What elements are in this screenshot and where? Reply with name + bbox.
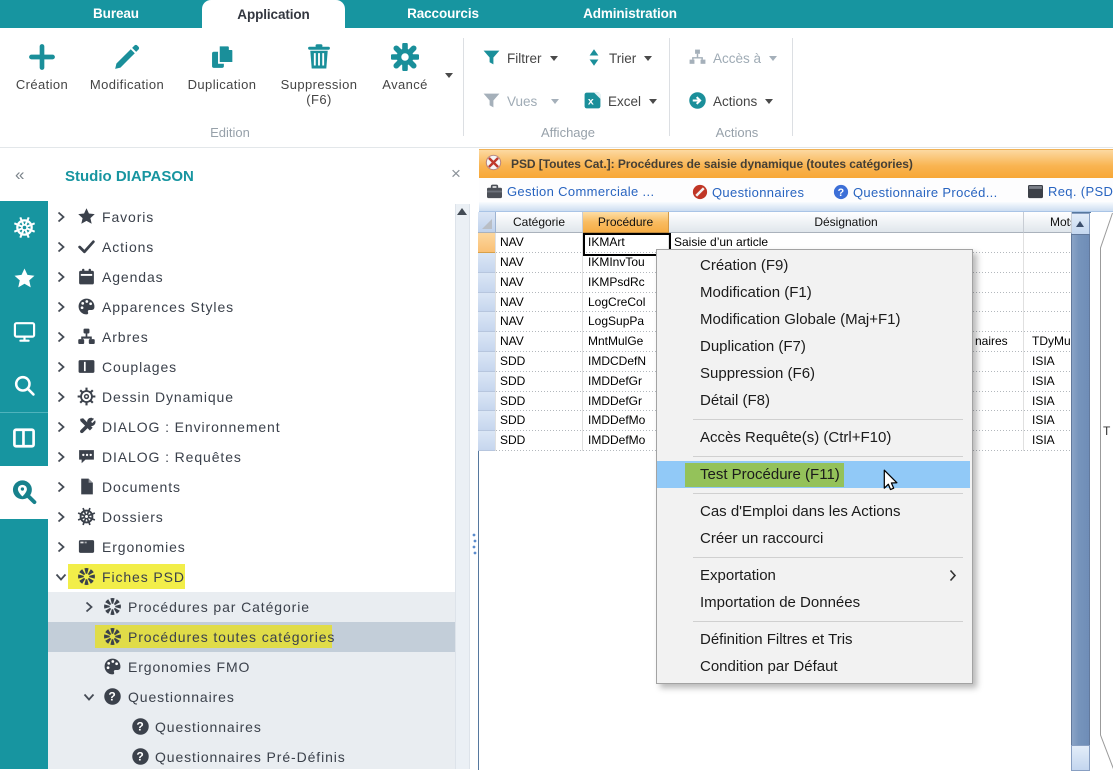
svg-text:?: ? [838,187,845,199]
svg-text:x: x [588,96,594,108]
